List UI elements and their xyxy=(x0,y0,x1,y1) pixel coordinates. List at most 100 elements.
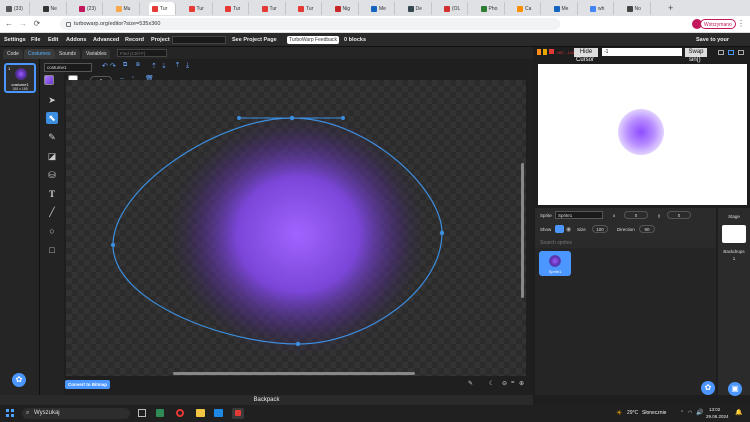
select-tool-icon[interactable]: ➤ xyxy=(46,94,58,106)
eyedropper-icon[interactable]: ✎ xyxy=(468,380,473,387)
browser-tab[interactable]: Tur xyxy=(222,2,249,15)
browser-tab[interactable]: Me xyxy=(551,2,578,15)
sprite-name-input[interactable]: Sprite1 xyxy=(555,211,603,219)
taskbar-search[interactable]: Wyszukaj xyxy=(22,408,130,419)
zoom-out-icon[interactable]: ⊖ xyxy=(502,380,507,387)
circle-tool-icon[interactable]: ○ xyxy=(46,225,58,237)
browser-tab[interactable]: Tur xyxy=(259,2,286,15)
task-view-icon[interactable] xyxy=(138,409,146,417)
browser-tab[interactable]: Mu xyxy=(113,2,140,15)
browser-tab[interactable]: wh xyxy=(587,2,614,15)
browser-tab[interactable]: Tur xyxy=(295,2,322,15)
direction-input[interactable]: 90 xyxy=(639,225,655,233)
add-sprite-button[interactable]: ✿ xyxy=(701,381,715,395)
stage-canvas[interactable] xyxy=(538,64,747,205)
vertical-scrollbar[interactable] xyxy=(521,163,524,298)
green-flag-icon[interactable] xyxy=(537,49,541,55)
reload-icon[interactable]: ⟳ xyxy=(32,19,42,29)
browser-tab[interactable]: Ca xyxy=(514,2,541,15)
browser-tab[interactable]: (OL xyxy=(441,2,468,15)
start-icon[interactable] xyxy=(6,409,14,417)
tab-code[interactable]: Code xyxy=(3,49,23,59)
swap-button[interactable]: Swap xyxy=(685,48,707,57)
back-layer-icon[interactable]: ⤓ xyxy=(186,62,189,70)
menu-record[interactable]: Record xyxy=(125,33,144,47)
browser-tab[interactable]: Me xyxy=(368,2,395,15)
convert-to-bitmap-button[interactable]: Convert to Bitmap xyxy=(65,380,111,389)
search-sprites-input[interactable]: Search sprites xyxy=(535,238,716,248)
address-bar[interactable]: turbowarp.org/editor?size=535x360 xyxy=(60,18,560,30)
save-button[interactable]: Save to your computer xyxy=(696,33,750,57)
browser-tab[interactable]: Nig xyxy=(332,2,359,15)
menu-settings[interactable]: Settings xyxy=(4,33,26,47)
large-stage-icon[interactable] xyxy=(728,50,734,55)
forward-icon[interactable]: → xyxy=(18,19,28,29)
opera-icon[interactable] xyxy=(176,409,184,417)
menu-edit[interactable]: Edit xyxy=(48,33,58,47)
sprite-thumbnail[interactable]: Sprite1 xyxy=(539,251,571,276)
hide-button[interactable]: Hide xyxy=(574,48,598,57)
reshape-tool-icon[interactable]: ⬉ xyxy=(46,112,58,124)
browser-tab[interactable]: No xyxy=(624,2,651,15)
undo-icon[interactable]: ↶ xyxy=(102,62,108,70)
line-tool-icon[interactable]: ╱ xyxy=(46,206,58,218)
backpack[interactable]: Backpack xyxy=(0,395,533,405)
add-backdrop-button[interactable]: ▣ xyxy=(728,382,742,396)
profile-status[interactable]: Wstrzymano xyxy=(700,19,736,29)
eraser-tool-icon[interactable]: ◪ xyxy=(46,150,58,162)
explorer-icon[interactable] xyxy=(196,409,205,417)
browser-tab[interactable]: Pho xyxy=(478,2,505,15)
brush-tool-icon[interactable]: ✎ xyxy=(46,131,58,143)
add-costume-button[interactable]: ✿ xyxy=(12,373,26,387)
rectangle-tool-icon[interactable]: □ xyxy=(46,244,58,256)
fill-tool-icon[interactable]: ⛁ xyxy=(46,169,58,181)
mail-icon[interactable] xyxy=(214,409,223,417)
site-info-icon[interactable] xyxy=(66,22,71,27)
backward-layer-icon[interactable]: ⇣ xyxy=(161,62,167,70)
value-input[interactable]: -1 xyxy=(602,48,682,56)
horizontal-scrollbar[interactable] xyxy=(173,372,415,375)
tray-chevron-icon[interactable]: ⌃ xyxy=(680,410,684,416)
project-title-input[interactable] xyxy=(172,36,226,44)
menu-file[interactable]: File xyxy=(31,33,40,47)
menu-advanced[interactable]: Advanced xyxy=(93,33,119,47)
costume-thumbnail[interactable]: 1 costume1 188 x 188 xyxy=(4,63,36,93)
front-layer-icon[interactable]: ⤒ xyxy=(176,62,179,70)
costume-name-input[interactable]: costume1 xyxy=(44,63,92,72)
feedback-button[interactable]: TurboWarp Feedback xyxy=(287,36,339,44)
see-project-page-button[interactable]: See Project Page xyxy=(232,33,277,47)
sprite-on-stage[interactable] xyxy=(618,109,664,155)
size-input[interactable]: 100 xyxy=(592,225,608,233)
browser-tab[interactable]: (33) xyxy=(3,2,30,15)
wifi-icon[interactable]: ◠ xyxy=(688,410,692,416)
menu-project[interactable]: Project xyxy=(151,33,170,47)
paint-canvas[interactable] xyxy=(66,80,526,376)
group-icon[interactable]: ⧉ xyxy=(123,62,127,69)
browser-tab[interactable]: De xyxy=(405,2,432,15)
stop-icon[interactable] xyxy=(549,49,554,54)
ungroup-icon[interactable]: ⧈ xyxy=(136,62,140,69)
tab-costumes[interactable]: Costumes xyxy=(24,49,55,59)
forward-layer-icon[interactable]: ⇡ xyxy=(151,62,157,70)
zoom-in-icon[interactable]: ⊕ xyxy=(519,380,524,387)
text-tool-icon[interactable]: T xyxy=(46,188,58,200)
stage-thumbnail[interactable] xyxy=(722,225,746,243)
browser-tab[interactable]: Tur xyxy=(186,2,213,15)
new-tab-icon[interactable]: + xyxy=(668,3,673,13)
tab-variables[interactable]: Variables xyxy=(82,49,111,59)
small-stage-icon[interactable] xyxy=(718,50,724,55)
x-input[interactable]: 0 xyxy=(624,211,648,219)
browser-tab[interactable]: (23) xyxy=(76,2,103,15)
moon-icon[interactable]: ☾ xyxy=(489,380,494,387)
zoom-reset-icon[interactable]: = xyxy=(511,380,515,386)
find-input[interactable]: Find (Ctrl+F) xyxy=(117,49,167,57)
tab-sounds[interactable]: Sounds xyxy=(55,49,80,59)
fill-color-swatch[interactable] xyxy=(44,75,54,85)
notifications-icon[interactable]: 🔔 xyxy=(735,409,742,416)
hidden-eye-icon[interactable]: ◉ xyxy=(566,226,571,233)
turbowarp-taskbar-item[interactable] xyxy=(232,408,244,419)
y-input[interactable]: 0 xyxy=(667,211,691,219)
redo-icon[interactable]: ↷ xyxy=(110,62,116,70)
menu-addons[interactable]: Addons xyxy=(66,33,86,47)
vector-shape[interactable] xyxy=(66,80,526,376)
